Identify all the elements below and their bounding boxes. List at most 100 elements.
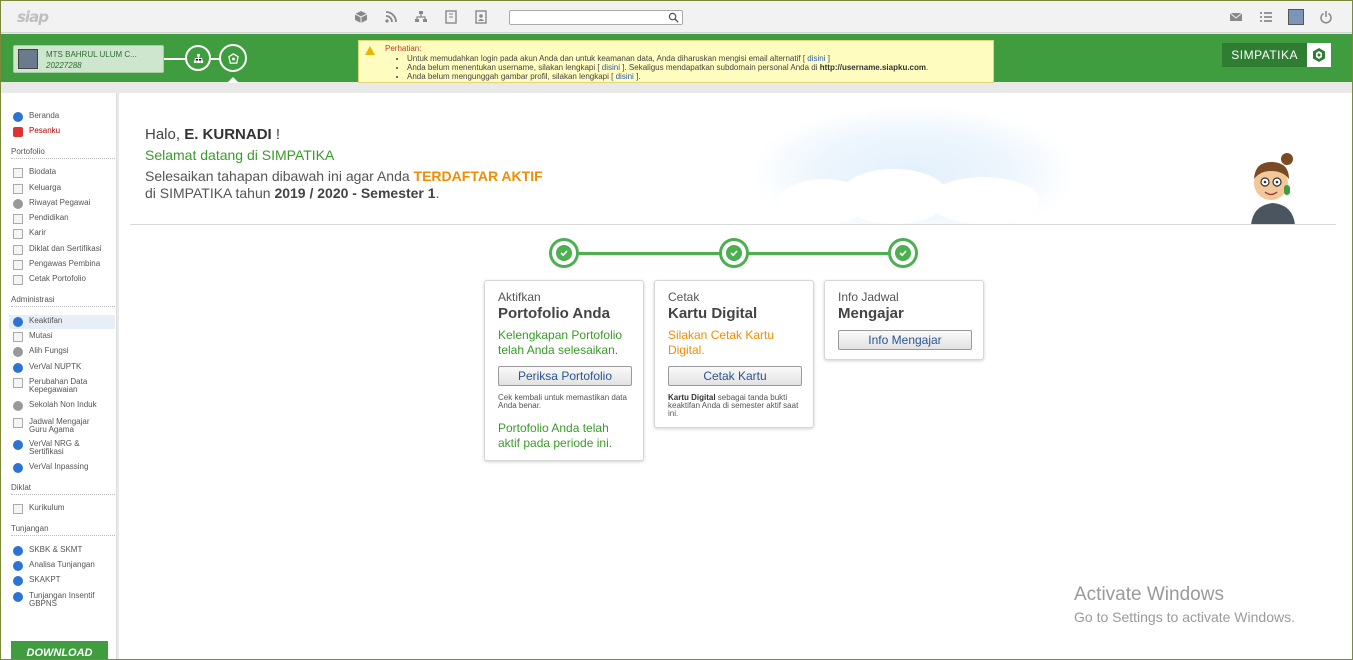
sidebar-item-jadwal-mengajar[interactable]: Jadwal Mengajar Guru Agama: [13, 418, 95, 434]
sidebar-item-alih-fungsi[interactable]: Alih Fungsi: [13, 347, 69, 357]
email-disini-link[interactable]: disini: [807, 54, 825, 63]
toolbar-icons: [353, 9, 489, 25]
search-input[interactable]: [509, 10, 683, 25]
card-jadwal-mengajar: Info Jadwal Mengajar Info Mengajar: [824, 280, 984, 360]
sidebar-item-perubahan-data[interactable]: Perubahan Data Kepegawaian: [13, 378, 95, 394]
sidebar-item-verval-nuptk[interactable]: VerVal NUPTK: [13, 363, 81, 373]
cube-icon[interactable]: [353, 9, 369, 25]
sitemap-icon[interactable]: [413, 9, 429, 25]
list-icon[interactable]: [1258, 9, 1274, 25]
card-kartu-digital: Cetak Kartu Digital Silakan Cetak Kartu …: [654, 280, 814, 428]
rss-icon[interactable]: [383, 9, 399, 25]
alert-title: Perhatian:: [385, 44, 422, 53]
sidebar-heading-administrasi: Administrasi: [11, 295, 55, 304]
book-icon[interactable]: [443, 9, 459, 25]
sidebar-item-pesanku[interactable]: Pesanku: [13, 127, 60, 137]
sidebar-heading-tunjangan: Tunjangan: [11, 524, 49, 533]
transfer-icon: [13, 332, 23, 342]
cetak-kartu-button[interactable]: Cetak Kartu: [668, 366, 802, 386]
sidebar-item-skbk-skmt[interactable]: SKBK & SKMT: [13, 546, 82, 556]
mascot-illustration: [1251, 153, 1295, 225]
info-icon: [13, 576, 23, 586]
search-icon[interactable]: [668, 12, 679, 23]
page-icon: [13, 418, 23, 428]
main-content: Halo, E. KURNADI ! Selamat datang di SIM…: [119, 93, 1352, 659]
sidebar-item-pengawas-pembina[interactable]: Pengawas Pembina: [13, 260, 100, 270]
sidebar-item-mutasi[interactable]: Mutasi: [13, 332, 53, 342]
page-icon: [13, 229, 23, 239]
periksa-portofolio-button[interactable]: Periksa Portofolio: [498, 366, 632, 386]
photo-disini-link[interactable]: disini: [616, 72, 634, 81]
contact-card-icon[interactable]: [473, 9, 489, 25]
sidebar-item-pendidikan[interactable]: Pendidikan: [13, 214, 69, 224]
info-icon: [13, 112, 23, 122]
instruction-text: Selesaikan tahapan dibawah ini agar Anda…: [145, 168, 543, 201]
sidebar-item-keaktifan[interactable]: Keaktifan: [9, 315, 115, 329]
green-header: MTS BAHRUL ULUM C... 20227288 Perhatian:…: [1, 34, 1352, 83]
page-icon: [13, 245, 23, 255]
mail-icon[interactable]: [1228, 9, 1244, 25]
card-title: Mengajar: [838, 305, 904, 322]
power-icon[interactable]: [1318, 9, 1334, 25]
card-kicker: Cetak: [668, 290, 700, 304]
connector-line-2: [211, 58, 219, 60]
info-mengajar-button[interactable]: Info Mengajar: [838, 330, 972, 350]
windows-activation-watermark: Activate Windows Go to Settings to activ…: [1074, 584, 1295, 625]
page-icon: [13, 184, 23, 194]
history-icon: [13, 199, 23, 209]
sidebar-item-tunjangan-insentif[interactable]: Tunjangan Insentif GBPNS: [13, 592, 99, 608]
sidebar-item-karir[interactable]: Karir: [13, 229, 46, 239]
sidebar-item-riwayat-pegawai[interactable]: Riwayat Pegawai: [13, 199, 90, 209]
info-icon: [13, 546, 23, 556]
card-title: Portofolio Anda: [498, 305, 610, 322]
dashboard-home-button[interactable]: [219, 44, 247, 72]
app-window: siap MTS BAHRUL ULUM C... 20227288 Perha…: [0, 0, 1353, 660]
alert-item: Untuk memudahkan login pada akun Anda da…: [407, 54, 928, 63]
sidebar-item-analisa-tunjangan[interactable]: Analisa Tunjangan: [13, 561, 95, 571]
sidebar-item-diklat-sertifikasi[interactable]: Diklat dan Sertifikasi: [13, 245, 101, 255]
welcome-text: Selamat datang di SIMPATIKA: [145, 147, 335, 163]
sidebar-heading-diklat: Diklat: [11, 483, 32, 492]
simpatika-brand[interactable]: SIMPATIKA: [1222, 43, 1331, 67]
attention-alert: Perhatian: Untuk memudahkan login pada a…: [358, 40, 994, 83]
active-indicator-notch: [227, 77, 239, 83]
sidebar-item-biodata[interactable]: Biodata: [13, 168, 56, 178]
sidebar-item-keluarga[interactable]: Keluarga: [13, 184, 61, 194]
page-icon: [13, 275, 23, 285]
alert-item: Anda belum menentukan username, silakan …: [407, 63, 928, 72]
sidebar-item-cetak-portofolio[interactable]: Cetak Portofolio: [13, 275, 86, 285]
cloud-banner: [759, 109, 1069, 224]
sidebar-item-beranda[interactable]: Beranda: [13, 112, 59, 122]
emblem-icon: [227, 52, 239, 64]
check-icon: [730, 250, 738, 257]
siap-logo[interactable]: siap: [17, 8, 49, 26]
brand-label: SIMPATIKA: [1231, 48, 1298, 62]
alert-list: Untuk memudahkan login pada akun Anda da…: [407, 54, 928, 81]
sidebar-item-verval-nrg[interactable]: VerVal NRG & Sertifikasi: [13, 440, 89, 456]
sidebar-heading-portofolio: Portofolio: [11, 147, 45, 156]
sidebar-item-skakpt[interactable]: SKAKPT: [13, 576, 61, 586]
sidebar-item-sekolah-non-induk[interactable]: Sekolah Non Induk: [13, 401, 97, 411]
user-name: MTS BAHRUL ULUM C...: [46, 50, 137, 59]
user-id: 20227288: [46, 61, 82, 70]
check-icon: [560, 250, 568, 257]
card-status: Kelengkapan Portofolio telah Anda selesa…: [498, 328, 623, 357]
user-avatar-small[interactable]: [1288, 9, 1304, 25]
sidebar: Beranda Pesanku Portofolio Biodata Kelua…: [1, 93, 117, 659]
step-1-complete: [549, 238, 579, 268]
page-icon: [13, 378, 23, 388]
user-profile-box[interactable]: MTS BAHRUL ULUM C... 20227288: [13, 45, 164, 73]
school-icon: [13, 401, 23, 411]
watermark-subtitle: Go to Settings to activate Windows.: [1074, 609, 1295, 625]
top-toolbar: siap: [1, 1, 1352, 33]
download-button[interactable]: DOWNLOAD: [11, 641, 108, 659]
connector-line: [164, 58, 185, 60]
sidebar-item-kurikulum[interactable]: Kurikulum: [13, 504, 65, 514]
org-chart-button[interactable]: [185, 45, 211, 71]
card-title: Kartu Digital: [668, 305, 758, 322]
username-disini-link[interactable]: disini: [602, 63, 620, 72]
info-icon: [13, 363, 23, 373]
sidebar-item-verval-inpassing[interactable]: VerVal Inpassing: [13, 463, 88, 473]
card-kicker: Info Jadwal: [838, 290, 899, 304]
warning-icon: [365, 46, 375, 55]
